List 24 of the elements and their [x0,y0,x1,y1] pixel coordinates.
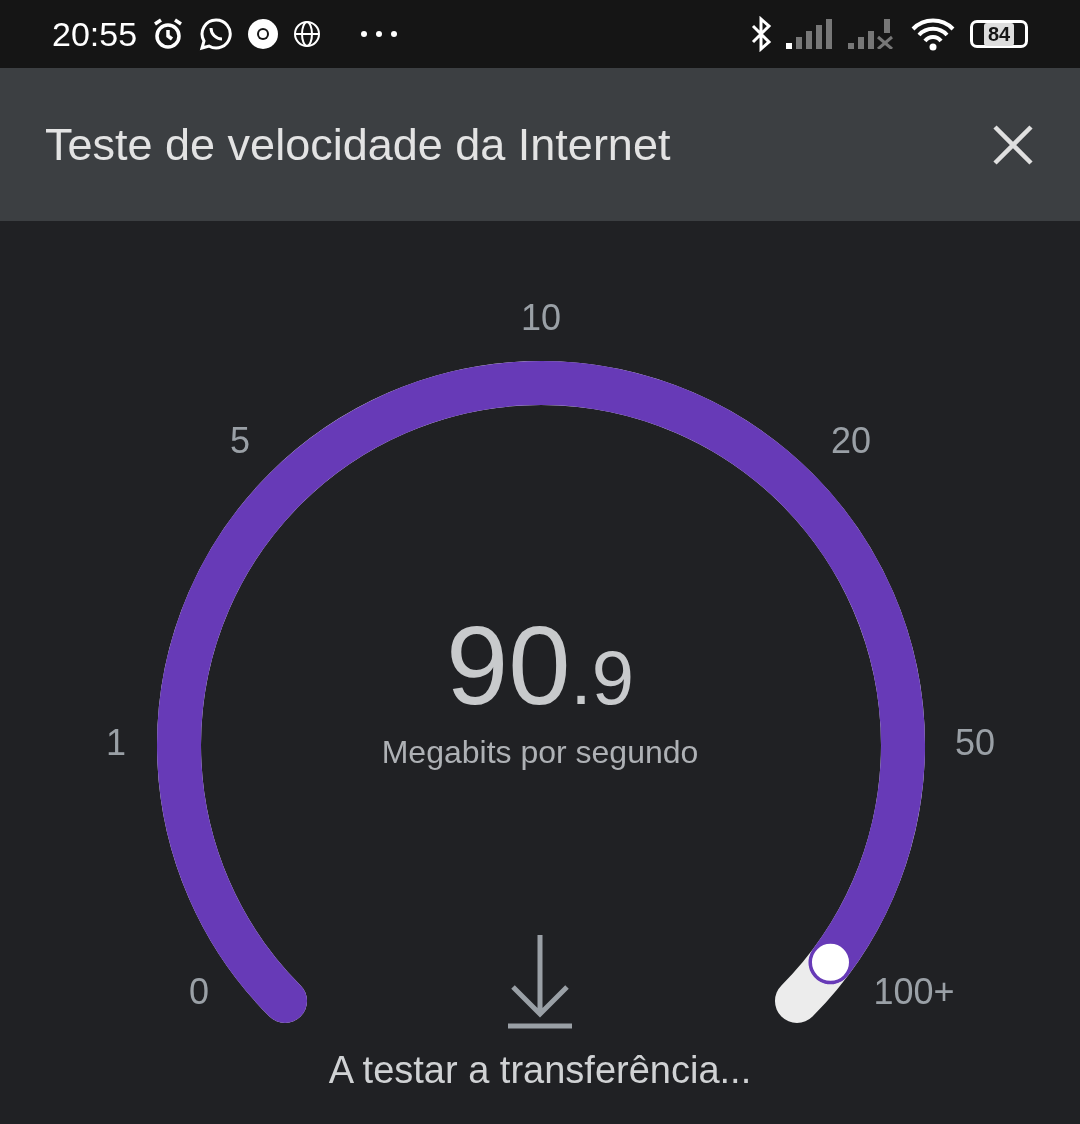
signal-icon [786,19,834,49]
scale-label: 20 [831,420,871,462]
more-icon [359,29,400,39]
wifi-icon [910,17,956,51]
gauge-needle [809,940,852,984]
chat-bubble-icon [199,17,234,51]
scale-label: 100+ [873,971,955,1013]
progress-label: A testar a transferência... [328,1049,752,1092]
bluetooth-icon [750,16,772,52]
page-title: Teste de velocidade da Internet [45,118,672,171]
speed-unit: Megabits por segundo [381,734,699,771]
battery-icon: 84 [970,20,1028,48]
speed-value: 90.9 [446,602,634,730]
scale-label: 10 [521,297,561,339]
scale-label: 0 [189,971,209,1013]
scale-label: 5 [230,420,250,462]
globe-icon [293,20,322,48]
scale-label: 50 [955,722,995,764]
no-signal-icon [848,19,896,49]
close-button[interactable] [991,122,1035,167]
clock-time: 20:55 [52,14,138,54]
scale-label: 1 [106,722,126,764]
browser-icon [247,18,280,50]
download-icon [507,933,573,1029]
